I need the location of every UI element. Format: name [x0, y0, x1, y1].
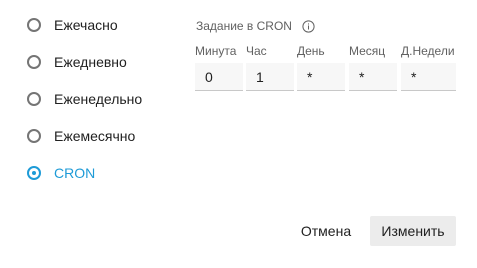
- cron-title-text: Задание в CRON: [196, 19, 292, 33]
- radio-daily[interactable]: Ежедневно: [27, 52, 127, 72]
- month-input[interactable]: *: [349, 63, 397, 91]
- radio-label: Ежемесячно: [54, 128, 136, 144]
- day-input[interactable]: *: [297, 63, 345, 91]
- radio-label: Еженедельно: [54, 91, 143, 107]
- radio-circle[interactable]: [27, 129, 41, 143]
- hour-input[interactable]: 1: [246, 63, 294, 91]
- info-icon[interactable]: [302, 19, 315, 33]
- radio-circle[interactable]: [27, 18, 41, 32]
- radio-hourly[interactable]: Ежечасно: [27, 15, 118, 35]
- field-label-hour: Час: [246, 44, 267, 58]
- radio-label: Ежедневно: [54, 54, 127, 70]
- cron-field-hour: Час 1: [246, 43, 294, 91]
- radio-label: CRON: [54, 165, 96, 181]
- radio-circle[interactable]: [27, 166, 41, 180]
- submit-button[interactable]: Изменить: [370, 216, 456, 246]
- weekday-input[interactable]: *: [401, 63, 456, 91]
- field-label-weekday: Д.Недели: [401, 44, 455, 58]
- cancel-button[interactable]: Отмена: [293, 216, 359, 246]
- minute-input[interactable]: 0: [195, 63, 243, 91]
- cron-field-month: Месяц *: [349, 43, 397, 91]
- radio-circle[interactable]: [27, 92, 41, 106]
- radio-label: Ежечасно: [54, 17, 118, 33]
- radio-weekly[interactable]: Еженедельно: [27, 89, 142, 109]
- cron-field-weekday: Д.Недели *: [401, 43, 456, 91]
- field-label-day: День: [297, 44, 325, 58]
- cron-field-minute: Минута 0: [195, 43, 243, 91]
- field-label-month: Месяц: [349, 44, 386, 58]
- radio-monthly[interactable]: Ежемесячно: [27, 126, 135, 146]
- cron-field-day: День *: [297, 43, 345, 91]
- radio-cron[interactable]: CRON: [27, 163, 95, 183]
- field-label-minute: Минута: [195, 44, 237, 58]
- radio-circle[interactable]: [27, 55, 41, 69]
- cron-section-title: Задание в CRON: [196, 19, 315, 33]
